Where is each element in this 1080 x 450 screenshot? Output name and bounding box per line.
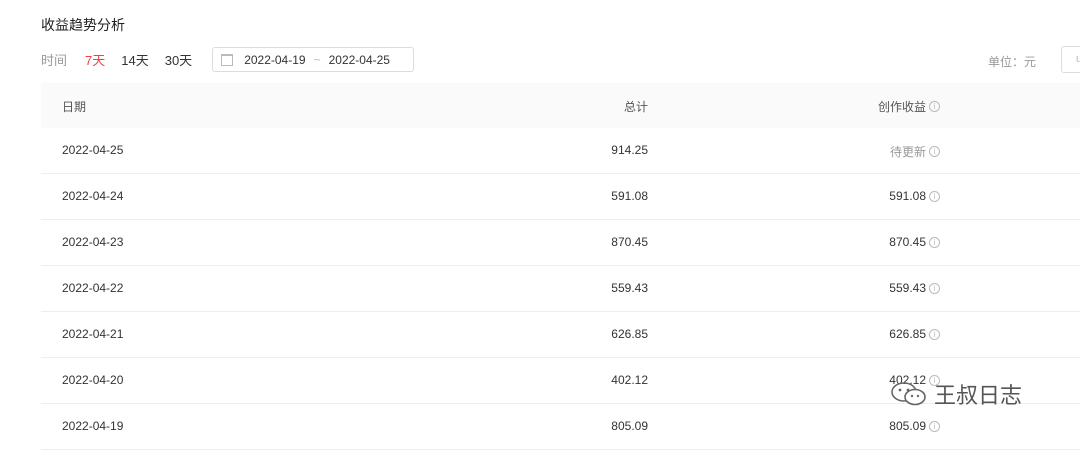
table-row: 2022-04-21 626.85 626.85 i xyxy=(41,312,1080,358)
row-date: 2022-04-22 xyxy=(62,281,124,295)
row-date: 2022-04-21 xyxy=(62,327,124,341)
info-icon[interactable]: i xyxy=(929,190,940,202)
row-income: 559.43 i xyxy=(889,281,940,295)
row-total: 870.45 xyxy=(611,235,648,249)
header-income: 创作收益 i xyxy=(878,98,940,115)
row-income: 870.45 i xyxy=(889,235,940,249)
table-row: 2022-04-24 591.08 591.08 i xyxy=(41,174,1080,220)
time-filter-label: 时间 xyxy=(41,53,68,68)
info-icon[interactable]: i xyxy=(929,146,940,157)
range-14-days[interactable]: 14天 xyxy=(121,50,148,69)
row-income-value: 870.45 xyxy=(889,235,926,249)
table-row: 2022-04-22 559.43 559.43 i xyxy=(41,266,1080,312)
date-start: 2022-04-19 xyxy=(244,52,306,67)
table-header: 日期 总计 创作收益 i xyxy=(41,83,1080,128)
info-icon[interactable]: i xyxy=(929,420,940,432)
row-date: 2022-04-20 xyxy=(62,373,124,387)
row-total: 591.08 xyxy=(611,189,648,203)
date-separator: ~ xyxy=(313,52,321,67)
header-date: 日期 xyxy=(62,100,87,114)
table-row: 2022-04-25 914.25 待更新 i xyxy=(41,128,1080,174)
range-30-days[interactable]: 30天 xyxy=(165,50,192,69)
row-total: 559.43 xyxy=(611,281,648,295)
row-income-value: 805.09 xyxy=(889,419,926,433)
help-icon[interactable]: i xyxy=(929,101,940,112)
row-income: 待更新 i xyxy=(890,143,940,160)
unit-label: 单位：元 xyxy=(988,55,1037,69)
unit-select[interactable]: u xyxy=(1061,46,1080,73)
range-7-days[interactable]: 7天 xyxy=(85,50,105,69)
row-date: 2022-04-24 xyxy=(62,189,124,203)
info-icon[interactable]: i xyxy=(929,328,940,340)
page-title: 收益趋势分析 xyxy=(41,17,125,33)
row-total: 626.85 xyxy=(611,327,648,341)
row-total: 805.09 xyxy=(611,419,648,433)
row-income: 805.09 i xyxy=(889,419,940,433)
watermark: 王叔日志 xyxy=(890,378,1022,410)
info-icon[interactable]: i xyxy=(929,282,940,294)
row-income-value: 待更新 xyxy=(889,145,926,159)
date-range-picker[interactable]: 2022-04-19 ~ 2022-04-25 xyxy=(212,47,415,72)
header-total: 总计 xyxy=(623,100,648,114)
row-income-value: 559.43 xyxy=(889,281,926,295)
row-income-value: 626.85 xyxy=(889,327,926,341)
table-row: 2022-04-23 870.45 870.45 i xyxy=(41,220,1080,266)
time-filter-bar: 时间 7天 14天 30天 2022-04-19 ~ 2022-04-25 xyxy=(41,46,415,73)
row-total: 402.12 xyxy=(611,373,648,387)
table-row: 2022-04-19 805.09 805.09 i xyxy=(41,404,1080,450)
row-income: 591.08 i xyxy=(889,189,940,203)
header-income-label: 创作收益 xyxy=(877,100,926,114)
date-end: 2022-04-25 xyxy=(328,52,390,67)
calendar-icon xyxy=(221,53,234,66)
row-income: 626.85 i xyxy=(889,327,940,341)
row-income-value: 591.08 xyxy=(889,189,926,203)
row-date: 2022-04-19 xyxy=(62,419,124,433)
row-date: 2022-04-25 xyxy=(62,143,124,157)
watermark-text: 王叔日志 xyxy=(934,383,1023,408)
wechat-icon xyxy=(891,382,926,406)
row-date: 2022-04-23 xyxy=(62,235,124,249)
row-total: 914.25 xyxy=(611,143,648,157)
unit-select-value: u xyxy=(1076,53,1080,65)
info-icon[interactable]: i xyxy=(929,236,940,248)
